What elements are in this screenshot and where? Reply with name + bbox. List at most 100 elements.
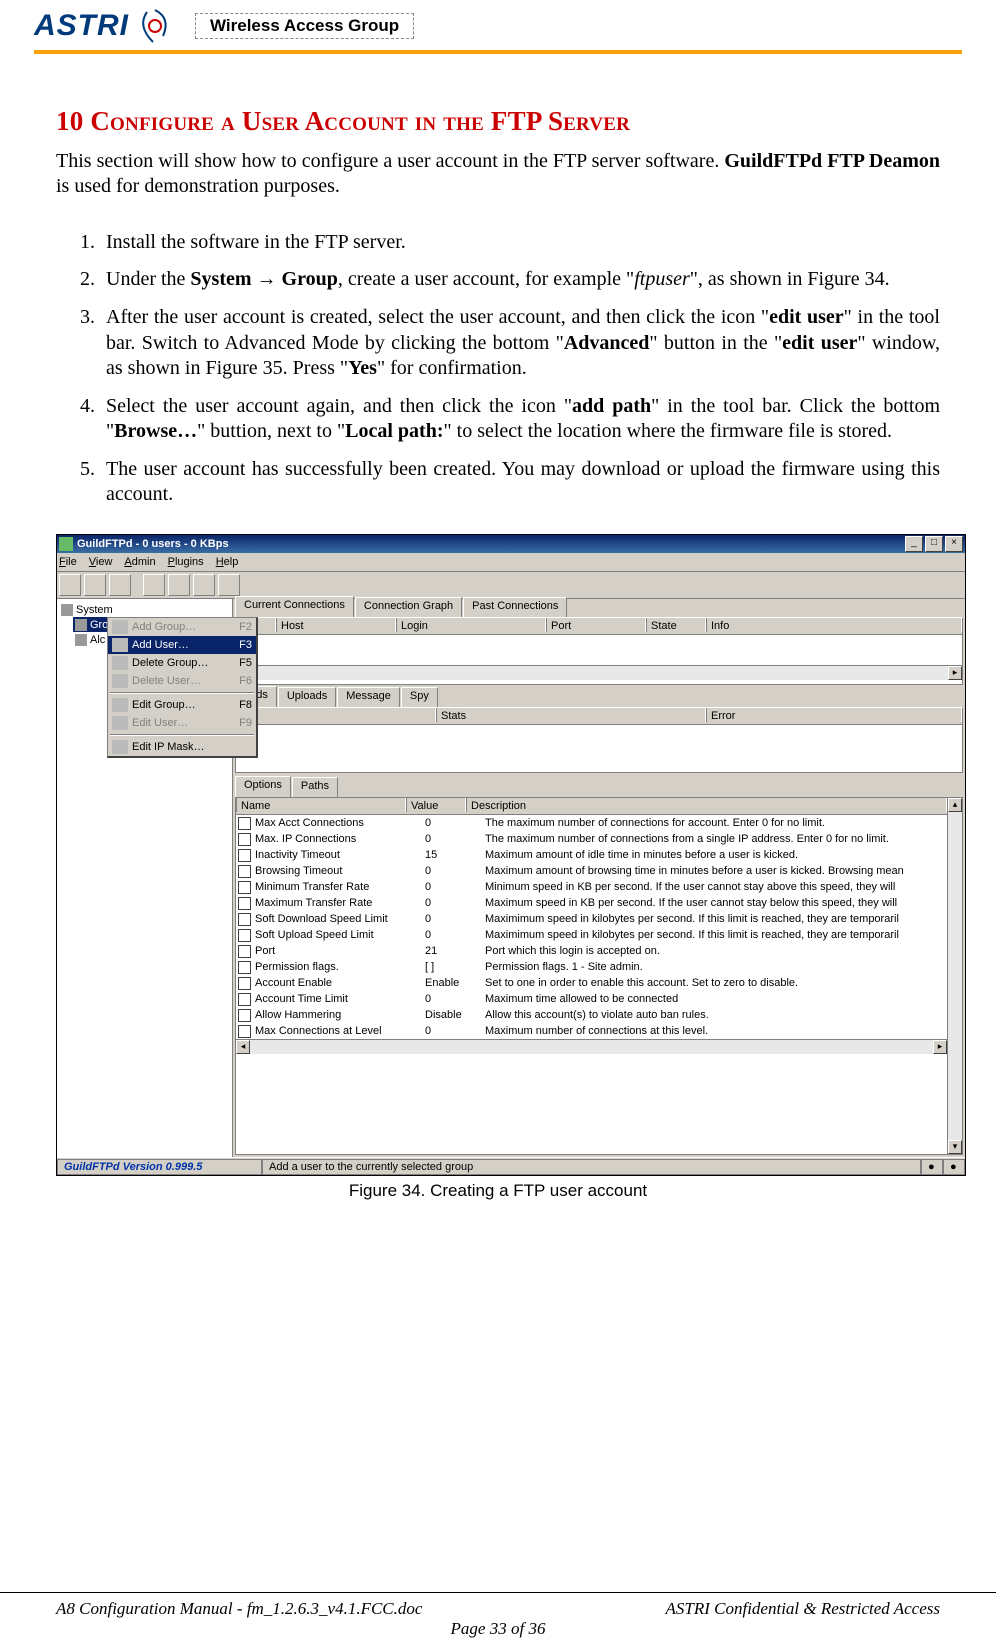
menu-admin[interactable]: Admin	[124, 555, 155, 569]
menu-item-icon	[112, 698, 128, 712]
toolbar-button[interactable]	[168, 574, 190, 596]
option-row[interactable]: Port21Port which this login is accepted …	[236, 943, 947, 959]
checkbox-icon[interactable]	[238, 1009, 251, 1022]
scroll-up-icon[interactable]: ▴	[948, 798, 962, 812]
checkbox-icon[interactable]	[238, 961, 251, 974]
checkbox-icon[interactable]	[238, 913, 251, 926]
option-row[interactable]: Soft Download Speed Limit0Maximimum spee…	[236, 911, 947, 927]
page-footer: A8 Configuration Manual - fm_1.2.6.3_v4.…	[0, 1592, 996, 1639]
section-number: 10	[56, 106, 83, 136]
group-icon	[75, 619, 87, 631]
column-header[interactable]: Error	[706, 708, 962, 722]
checkbox-icon[interactable]	[238, 817, 251, 830]
menu-plugins[interactable]: Plugins	[168, 555, 204, 569]
user-icon	[75, 634, 87, 646]
checkbox-icon[interactable]	[238, 849, 251, 862]
column-header[interactable]: me	[236, 708, 436, 722]
titlebar[interactable]: GuildFTPd - 0 users - 0 KBps _ □ ×	[57, 535, 965, 553]
tab[interactable]: Paths	[292, 777, 338, 797]
figure-caption: Figure 34. Creating a FTP user account	[56, 1180, 940, 1202]
column-header[interactable]: Stats	[436, 708, 706, 722]
toolbar-button[interactable]	[193, 574, 215, 596]
menu-item-icon	[112, 716, 128, 730]
footer-left: A8 Configuration Manual - fm_1.2.6.3_v4.…	[56, 1599, 666, 1619]
context-menu-item[interactable]: Edit Group…F8	[108, 696, 256, 714]
tab[interactable]: Uploads	[278, 687, 336, 707]
checkbox-icon[interactable]	[238, 833, 251, 846]
grid-transfers[interactable]	[236, 725, 962, 755]
step-5: The user account has successfully been c…	[100, 451, 940, 514]
app-icon	[59, 537, 73, 551]
tree-pane[interactable]: System Group Alc Add Group…F2Add User…F3…	[57, 599, 233, 1157]
menu-view[interactable]: View	[89, 555, 113, 569]
option-row[interactable]: Max Acct Connections0The maximum number …	[236, 815, 947, 831]
checkbox-icon[interactable]	[238, 945, 251, 958]
menu-help[interactable]: Help	[216, 555, 239, 569]
option-row[interactable]: Soft Upload Speed Limit0Maximimum speed …	[236, 927, 947, 943]
tab[interactable]: Current Connections	[235, 596, 354, 617]
option-row[interactable]: Permission flags.[ ]Permission flags. 1 …	[236, 959, 947, 975]
close-button[interactable]: ×	[945, 536, 963, 552]
scroll-right-icon[interactable]: ▸	[948, 666, 962, 680]
context-menu-item[interactable]: Add User…F3	[108, 636, 256, 654]
toolbar-button[interactable]	[59, 574, 81, 596]
options-grid[interactable]: NameValueDescription Max Acct Connection…	[236, 798, 947, 1154]
context-menu-item: Delete User…F6	[108, 672, 256, 690]
option-row[interactable]: Inactivity Timeout15Maximum amount of id…	[236, 847, 947, 863]
status-message: Add a user to the currently selected gro…	[262, 1159, 921, 1175]
checkbox-icon[interactable]	[238, 881, 251, 894]
toolbar-button[interactable]	[84, 574, 106, 596]
option-row[interactable]: Minimum Transfer Rate0Minimum speed in K…	[236, 879, 947, 895]
scroll-right-icon[interactable]: ▸	[933, 1040, 947, 1054]
toolbar-button[interactable]	[143, 574, 165, 596]
scrollbar-horizontal[interactable]: ◂▸	[236, 1039, 947, 1054]
checkbox-icon[interactable]	[238, 865, 251, 878]
context-menu-item[interactable]: Edit IP Mask…	[108, 738, 256, 756]
column-header[interactable]: Host	[276, 618, 396, 632]
menu-file[interactable]: File	[59, 555, 77, 569]
checkbox-icon[interactable]	[238, 897, 251, 910]
scroll-left-icon[interactable]: ◂	[236, 1040, 250, 1054]
checkbox-icon[interactable]	[238, 993, 251, 1006]
tree-node-system[interactable]: System	[59, 602, 230, 617]
option-row[interactable]: Maximum Transfer Rate0Maximum speed in K…	[236, 895, 947, 911]
option-row[interactable]: Account Time Limit0Maximum time allowed …	[236, 991, 947, 1007]
footer-right: ASTRI Confidential & Restricted Access	[666, 1599, 940, 1619]
page-header: ASTRI Wireless Access Group	[0, 0, 996, 46]
tab[interactable]: Past Connections	[463, 597, 567, 617]
step-3: After the user account is created, selec…	[100, 299, 940, 388]
context-menu-item[interactable]: Delete Group…F5	[108, 654, 256, 672]
column-header[interactable]: Login	[396, 618, 546, 632]
checkbox-icon[interactable]	[238, 1025, 251, 1038]
minimize-button[interactable]: _	[905, 536, 923, 552]
option-row[interactable]: Max. IP Connections0The maximum number o…	[236, 831, 947, 847]
scroll-down-icon[interactable]: ▾	[948, 1140, 962, 1154]
tab[interactable]: Connection Graph	[355, 597, 462, 617]
column-header[interactable]: Description	[466, 798, 947, 812]
toolbar-button[interactable]	[218, 574, 240, 596]
option-row[interactable]: Max Connections at Level0Maximum number …	[236, 1023, 947, 1039]
column-header[interactable]: Port	[546, 618, 646, 632]
tab[interactable]: Options	[235, 776, 291, 797]
toolbar-button[interactable]	[109, 574, 131, 596]
tabs-connections: Current ConnectionsConnection GraphPast …	[233, 599, 965, 617]
tab[interactable]: Spy	[401, 687, 438, 707]
computer-icon	[61, 604, 73, 616]
option-row[interactable]: Allow HammeringDisableAllow this account…	[236, 1007, 947, 1023]
grid-connections[interactable]	[236, 635, 962, 665]
tab[interactable]: Message	[337, 687, 400, 707]
option-row[interactable]: Browsing Timeout0Maximum amount of brows…	[236, 863, 947, 879]
context-menu-item: Add Group…F2	[108, 618, 256, 636]
columns-connections: IPHostLoginPortStateInfo	[236, 618, 962, 635]
scrollbar-horizontal[interactable]: ◂▸	[236, 665, 962, 680]
column-header[interactable]: Info	[706, 618, 962, 632]
checkbox-icon[interactable]	[238, 977, 251, 990]
option-row[interactable]: Account EnableEnableSet to one in order …	[236, 975, 947, 991]
maximize-button[interactable]: □	[925, 536, 943, 552]
column-header[interactable]: Value	[406, 798, 466, 812]
column-header[interactable]: Name	[236, 798, 406, 812]
scrollbar-vertical[interactable]: ▴▾	[947, 798, 962, 1154]
checkbox-icon[interactable]	[238, 929, 251, 942]
column-header[interactable]: State	[646, 618, 706, 632]
status-version: GuildFTPd Version 0.999.5	[57, 1159, 262, 1175]
